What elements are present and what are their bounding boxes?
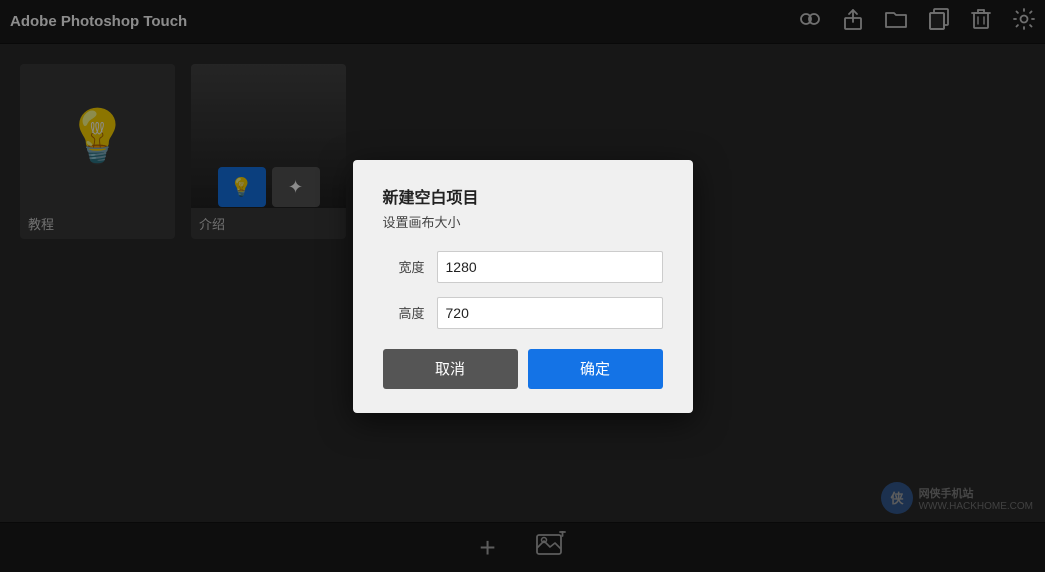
confirm-button[interactable]: 确定 xyxy=(528,349,663,389)
dialog-title: 新建空白项目 xyxy=(383,184,663,208)
cancel-button[interactable]: 取消 xyxy=(383,349,518,389)
height-input[interactable] xyxy=(437,297,663,329)
dialog-buttons: 取消 确定 xyxy=(383,349,663,389)
height-field: 高度 xyxy=(383,297,663,329)
height-label: 高度 xyxy=(383,303,425,322)
width-input[interactable] xyxy=(437,251,663,283)
modal-overlay: 新建空白项目 设置画布大小 宽度 高度 取消 确定 xyxy=(0,0,1045,572)
dialog-subtitle: 设置画布大小 xyxy=(383,212,663,231)
width-label: 宽度 xyxy=(383,257,425,276)
dialog: 新建空白项目 设置画布大小 宽度 高度 取消 确定 xyxy=(353,160,693,413)
width-field: 宽度 xyxy=(383,251,663,283)
